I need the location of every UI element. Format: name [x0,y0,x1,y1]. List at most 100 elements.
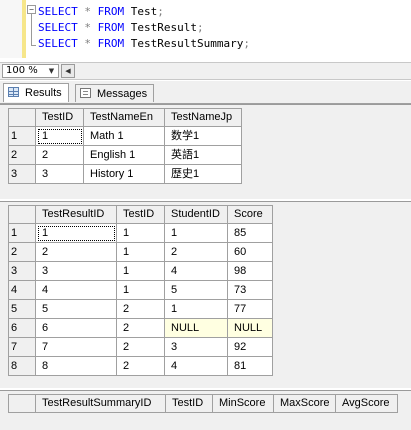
row-number[interactable]: 6 [8,319,36,338]
table-cell[interactable]: 85 [228,224,273,243]
keyword: SELECT [38,21,78,34]
zoom-select[interactable]: 100 % ▼ [2,64,59,78]
grid-border-left [8,394,9,413]
table-cell[interactable]: 1 [36,224,117,243]
column-header[interactable]: TestNameJp [165,108,242,127]
column-header[interactable]: TestID [166,394,213,413]
table-cell[interactable]: 7 [36,338,117,357]
table-cell[interactable]: 2 [36,243,117,262]
row-number[interactable]: 1 [8,224,36,243]
column-header[interactable]: TestResultSummaryID [36,394,166,413]
grid-border-top [8,394,398,395]
table-cell[interactable]: 3 [36,262,117,281]
column-header[interactable]: MinScore [213,394,274,413]
table-cell[interactable]: 3 [36,165,84,184]
column-header[interactable]: TestResultID [36,205,117,224]
table-cell[interactable]: 5 [165,281,228,300]
table-cell[interactable]: 4 [36,281,117,300]
table-cell[interactable]: 2 [117,338,165,357]
column-header[interactable]: AvgScore [336,394,398,413]
table-cell[interactable]: 5 [36,300,117,319]
tab-messages[interactable]: Messages [75,84,155,102]
table-cell[interactable]: 1 [36,127,84,146]
collapse-icon[interactable]: − [27,5,36,14]
column-header[interactable]: TestNameEn [84,108,165,127]
code-line: SELECT * FROM TestResultSummary; [38,36,250,52]
table-cell[interactable]: 92 [228,338,273,357]
grid-border-left [8,205,9,376]
table-cell[interactable]: 60 [228,243,273,262]
table-cell[interactable]: 数学1 [165,127,242,146]
zoom-value: 100 % [6,65,38,76]
row-number[interactable]: 2 [8,146,36,165]
table-cell[interactable]: 77 [228,300,273,319]
table-cell[interactable]: 98 [228,262,273,281]
results-grid-test[interactable]: TestID TestNameEn TestNameJp 1 1 Math 1 … [0,104,411,199]
row-number[interactable]: 5 [8,300,36,319]
table-cell[interactable]: 2 [165,243,228,262]
row-number[interactable]: 4 [8,281,36,300]
column-header[interactable]: Score [228,205,273,224]
grid-border-top [8,108,242,109]
table-cell[interactable]: 1 [117,243,165,262]
table-cell[interactable]: 歴史1 [165,165,242,184]
row-number[interactable]: 8 [8,357,36,376]
sql-editor[interactable]: − SELECT * FROM Test; SELECT * FROM Test… [0,0,411,58]
results-grid-testresultsummary[interactable]: TestResultSummaryID TestID MinScore MaxS… [0,390,411,430]
keyword: FROM [97,37,125,50]
column-header[interactable]: TestID [117,205,165,224]
table-cell[interactable]: 4 [165,357,228,376]
keyword: FROM [97,5,125,18]
messages-icon [80,88,91,98]
grid-border-left [8,108,9,184]
null-cell[interactable]: NULL [165,319,228,338]
table-cell[interactable]: 3 [165,338,228,357]
semicolon: ; [157,5,164,18]
code-line: SELECT * FROM TestResult; [38,20,250,36]
table-cell[interactable]: 1 [117,281,165,300]
grid-corner[interactable] [8,205,36,224]
code-line: SELECT * FROM Test; [38,4,250,20]
table-cell[interactable]: English 1 [84,146,165,165]
keyword: SELECT [38,37,78,50]
chevron-down-icon[interactable]: ▼ [46,66,57,76]
tab-results[interactable]: Results [3,83,69,102]
table-cell[interactable]: 1 [165,300,228,319]
row-number[interactable]: 3 [8,262,36,281]
operator: * [84,21,91,34]
scroll-left-icon[interactable]: ◀ [61,64,75,78]
table-cell[interactable]: 2 [117,300,165,319]
table-cell[interactable]: 6 [36,319,117,338]
table-cell[interactable]: 73 [228,281,273,300]
table-cell[interactable]: History 1 [84,165,165,184]
results-grid-testresult[interactable]: TestResultID TestID StudentID Score 1 1 … [0,201,411,388]
table-cell[interactable]: 2 [117,357,165,376]
table-cell[interactable]: 1 [165,224,228,243]
table-cell[interactable]: 英語1 [165,146,242,165]
fold-end [31,45,36,46]
table-cell[interactable]: Math 1 [84,127,165,146]
table-name: Test [130,5,158,18]
table-cell[interactable]: 2 [117,319,165,338]
row-number[interactable]: 7 [8,338,36,357]
table-cell[interactable]: 4 [165,262,228,281]
null-cell[interactable]: NULL [228,319,273,338]
row-number[interactable]: 1 [8,127,36,146]
table-cell[interactable]: 2 [36,146,84,165]
column-header[interactable]: StudentID [165,205,228,224]
column-header[interactable]: TestID [36,108,84,127]
table-cell[interactable]: 1 [117,262,165,281]
operator: * [84,37,91,50]
column-header[interactable]: MaxScore [274,394,336,413]
tab-results-label: Results [25,87,62,99]
grid-corner[interactable] [8,394,36,413]
grid-corner[interactable] [8,108,36,127]
semicolon: ; [243,37,250,50]
table-cell[interactable]: 8 [36,357,117,376]
table-cell[interactable]: 81 [228,357,273,376]
table-cell[interactable]: 1 [117,224,165,243]
row-number[interactable]: 2 [8,243,36,262]
row-number[interactable]: 3 [8,165,36,184]
operator: * [84,5,91,18]
code-area[interactable]: SELECT * FROM Test; SELECT * FROM TestRe… [38,4,250,52]
